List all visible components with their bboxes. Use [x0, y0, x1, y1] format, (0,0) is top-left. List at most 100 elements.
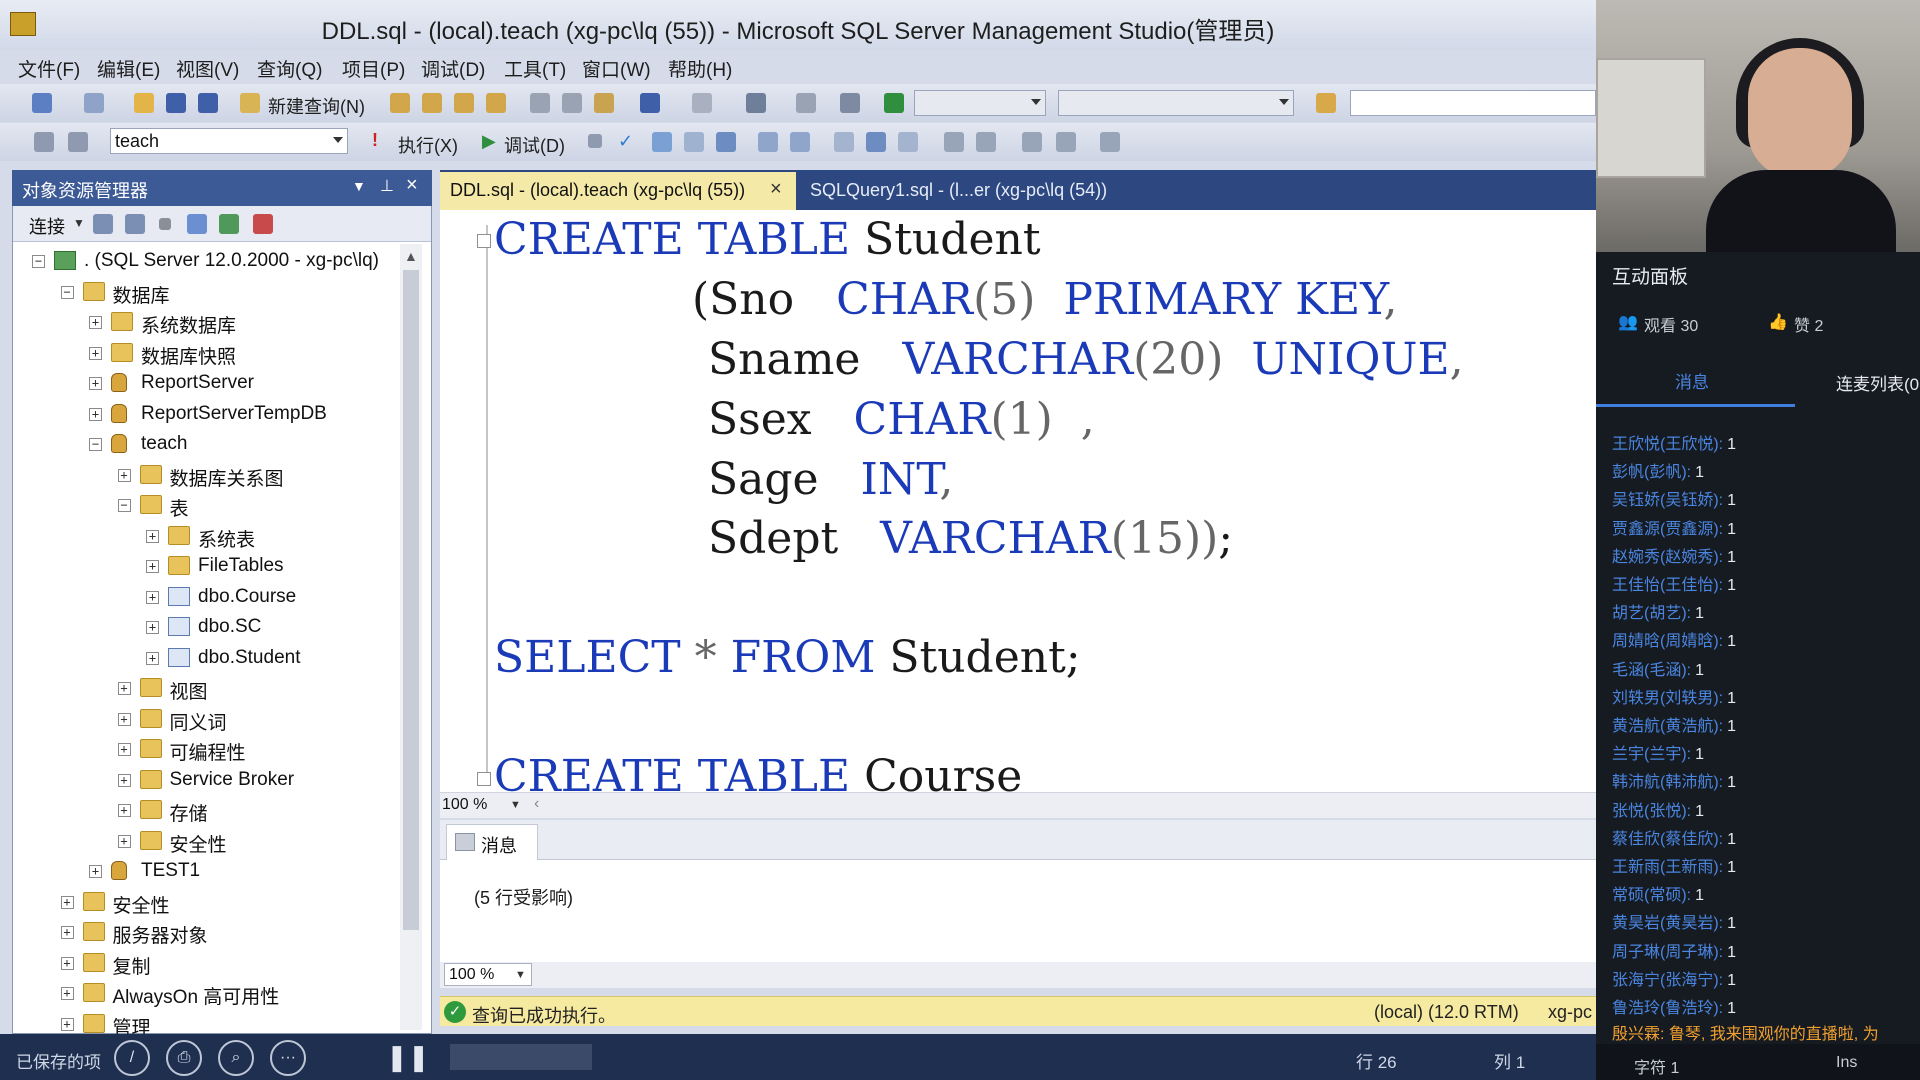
expand-icon[interactable]: +	[60, 956, 74, 970]
parse-icon[interactable]: ✓	[618, 131, 633, 152]
collapse-icon[interactable]: −	[89, 438, 102, 451]
menu-window[interactable]: 窗口(W)	[582, 55, 651, 82]
solution-config-dropdown[interactable]	[914, 90, 1046, 116]
decrease-indent-icon[interactable]	[1022, 132, 1042, 152]
tab-sqlquery1[interactable]: SQLQuery1.sql - (l...er (xg-pc\lq (54))	[800, 172, 1220, 210]
execute-button[interactable]: 执行(X)	[398, 132, 458, 158]
expand-icon[interactable]: +	[60, 926, 74, 939]
more-button[interactable]: ···	[270, 1040, 306, 1076]
menu-tools[interactable]: 工具(T)	[504, 55, 566, 82]
dropdown-icon[interactable]: ▼	[352, 178, 366, 194]
new-query-icon[interactable]	[240, 93, 260, 113]
navigate-icon[interactable]	[746, 93, 766, 113]
annotate-button[interactable]: /	[114, 1040, 150, 1076]
stop-icon[interactable]	[588, 134, 602, 148]
uncomment-icon[interactable]	[976, 132, 996, 152]
results-zoom-dropdown[interactable]: 100 % ▼	[444, 963, 532, 986]
chevron-down-icon[interactable]: ▼	[510, 799, 521, 811]
screenshot-button[interactable]: ⎙	[166, 1040, 202, 1076]
start-icon[interactable]	[884, 93, 904, 113]
expand-icon[interactable]: +	[117, 682, 131, 695]
collapse-icon[interactable]: −	[60, 285, 74, 299]
expand-icon[interactable]: +	[89, 377, 102, 390]
activity-monitor-icon[interactable]	[253, 214, 273, 234]
expand-icon[interactable]: +	[146, 560, 159, 573]
chevron-down-icon[interactable]: ▼	[73, 216, 85, 230]
change-connection-icon[interactable]	[68, 132, 88, 152]
expand-icon[interactable]: +	[146, 590, 159, 604]
expand-icon[interactable]: +	[146, 529, 159, 543]
query-type-icon[interactable]	[486, 93, 506, 113]
query-type-icon[interactable]	[454, 93, 474, 113]
pause-button[interactable]: ❚❚	[386, 1042, 430, 1073]
expand-icon[interactable]: +	[117, 834, 131, 848]
copy-icon[interactable]	[562, 93, 582, 113]
increase-indent-icon[interactable]	[1056, 132, 1076, 152]
filter-icon[interactable]	[187, 214, 207, 234]
editor-zoom-dropdown[interactable]: 100 %	[442, 796, 487, 814]
client-stats-icon[interactable]	[898, 132, 918, 152]
stop-icon[interactable]	[159, 218, 171, 230]
expand-icon[interactable]: +	[60, 987, 74, 1000]
expand-icon[interactable]: +	[117, 468, 131, 482]
redo-icon[interactable]	[692, 93, 712, 113]
database-selector[interactable]: teach	[110, 128, 348, 154]
query-options-icon[interactable]	[684, 132, 704, 152]
expand-icon[interactable]: +	[60, 1017, 74, 1031]
scrollbar-thumb[interactable]	[403, 270, 419, 930]
estimated-plan-icon[interactable]	[652, 132, 672, 152]
expand-icon[interactable]: +	[60, 895, 74, 909]
collapse-icon[interactable]: −	[117, 499, 131, 512]
menu-view[interactable]: 视图(V)	[176, 55, 239, 82]
save-all-icon[interactable]	[198, 93, 218, 113]
menu-help[interactable]: 帮助(H)	[668, 55, 732, 82]
collapse-icon[interactable]	[477, 772, 491, 786]
menu-query[interactable]: 查询(Q)	[257, 55, 322, 82]
refresh-icon[interactable]	[219, 214, 239, 234]
expand-icon[interactable]: +	[117, 743, 131, 756]
tab-mic-list[interactable]: 连麦列表(0	[1836, 370, 1919, 395]
query-type-icon[interactable]	[390, 93, 410, 113]
connect-object-icon[interactable]	[93, 214, 113, 234]
menu-file[interactable]: 文件(F)	[18, 55, 80, 82]
expand-icon[interactable]: +	[89, 346, 102, 360]
pin-icon[interactable]: ⊥	[380, 176, 394, 196]
disconnect-icon[interactable]	[125, 214, 145, 234]
comment-icon[interactable]	[944, 132, 964, 152]
expand-icon[interactable]: +	[117, 712, 131, 726]
like-icon[interactable]: 👍	[1768, 312, 1788, 332]
window-icon[interactable]	[840, 93, 860, 113]
menu-debug[interactable]: 调试(D)	[421, 55, 485, 82]
expand-icon[interactable]: +	[89, 407, 102, 421]
tab-ddl-sql[interactable]: DDL.sql - (local).teach (xg-pc\lq (55)) …	[440, 172, 796, 210]
results-to-text-icon[interactable]	[758, 132, 778, 152]
scroll-left-icon[interactable]: ‹	[534, 795, 539, 813]
new-file-icon[interactable]	[84, 93, 104, 113]
collapse-icon[interactable]: −	[32, 255, 45, 268]
platform-dropdown[interactable]	[1058, 90, 1294, 116]
new-query-button[interactable]: 新建查询(N)	[268, 93, 365, 119]
expand-icon[interactable]: +	[89, 865, 102, 878]
paste-icon[interactable]	[594, 93, 614, 113]
tab-messages[interactable]: 消息	[446, 824, 538, 860]
cut-icon[interactable]	[530, 93, 550, 113]
intellisense-icon[interactable]	[716, 132, 736, 152]
tab-messages[interactable]: 消息	[1675, 368, 1709, 393]
connect-button[interactable]: 连接	[29, 213, 65, 239]
find-icon[interactable]	[1316, 93, 1336, 113]
expand-icon[interactable]: +	[89, 316, 102, 329]
menu-edit[interactable]: 编辑(E)	[97, 55, 160, 82]
undo-icon[interactable]	[640, 93, 660, 113]
object-explorer-icon[interactable]	[32, 93, 52, 113]
close-icon[interactable]: ×	[406, 174, 418, 197]
save-icon[interactable]	[166, 93, 186, 113]
zoom-button[interactable]: ⌕	[218, 1040, 254, 1076]
expand-icon[interactable]: +	[117, 804, 131, 817]
debug-button[interactable]: 调试(D)	[504, 132, 565, 158]
scroll-up-icon[interactable]: ▲	[404, 248, 418, 264]
expand-icon[interactable]: +	[146, 621, 159, 634]
specify-values-icon[interactable]	[1100, 132, 1120, 152]
connect-icon[interactable]	[34, 132, 54, 152]
expand-icon[interactable]: +	[117, 773, 131, 787]
tab-close-icon[interactable]: ×	[770, 178, 782, 201]
